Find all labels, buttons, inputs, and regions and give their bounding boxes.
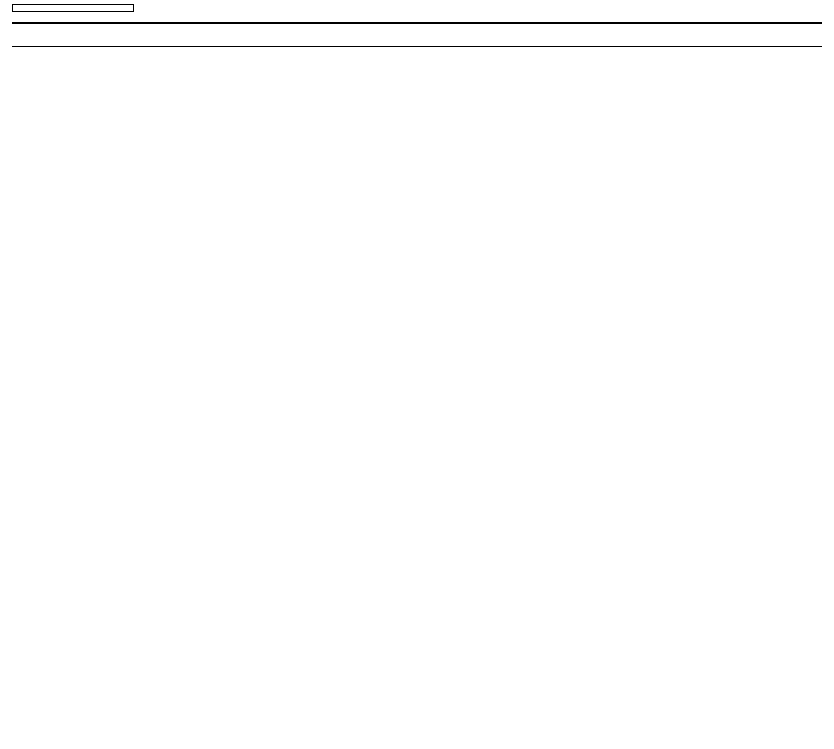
section-divider bbox=[12, 22, 822, 24]
standard-deduction-sidebar bbox=[12, 4, 134, 12]
page2-divider bbox=[12, 46, 822, 47]
